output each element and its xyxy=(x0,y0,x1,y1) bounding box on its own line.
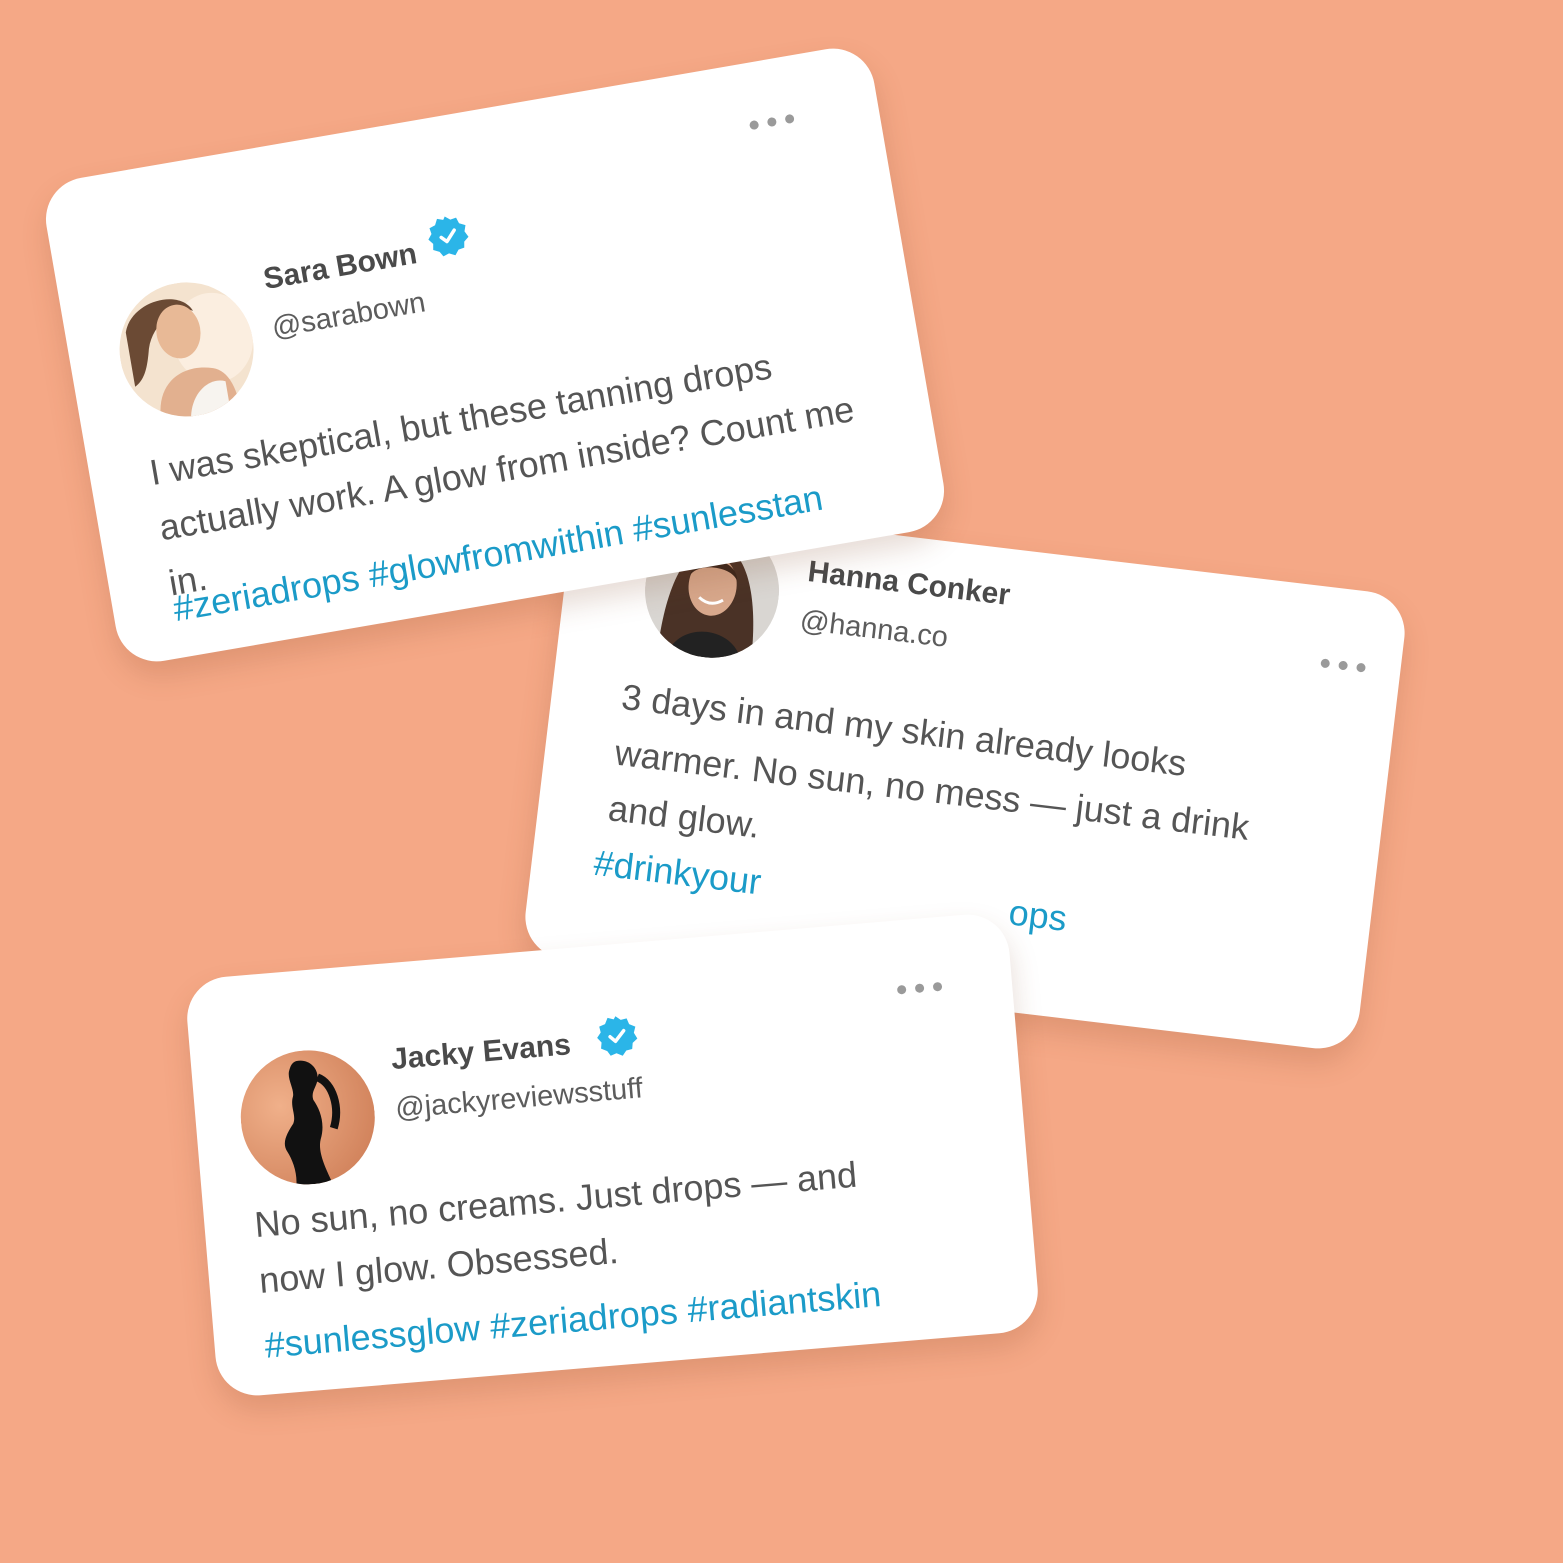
more-options-icon[interactable] xyxy=(896,981,943,995)
avatar[interactable] xyxy=(109,271,264,427)
author-name[interactable]: Hanna Conker xyxy=(806,555,1012,613)
avatar-photo xyxy=(109,271,264,427)
avatar[interactable] xyxy=(235,1044,381,1190)
more-options-icon[interactable] xyxy=(748,113,795,131)
author-handle[interactable]: @sarabown xyxy=(270,286,429,345)
avatar-photo xyxy=(235,1044,381,1190)
more-options-icon[interactable] xyxy=(1320,658,1366,673)
verified-badge-icon xyxy=(593,1012,641,1060)
verified-badge-icon xyxy=(423,211,474,262)
author-handle[interactable]: @hanna.co xyxy=(798,605,950,655)
author-name[interactable]: Jacky Evans xyxy=(390,1028,572,1077)
post-hashtags-end[interactable]: ops xyxy=(1007,891,1069,940)
post-card-jacky: Jacky Evans @jackyreviewsstuff No sun, n… xyxy=(183,911,1042,1399)
author-name[interactable]: Sara Bown xyxy=(261,237,420,297)
author-handle[interactable]: @jackyreviewsstuff xyxy=(394,1072,644,1126)
